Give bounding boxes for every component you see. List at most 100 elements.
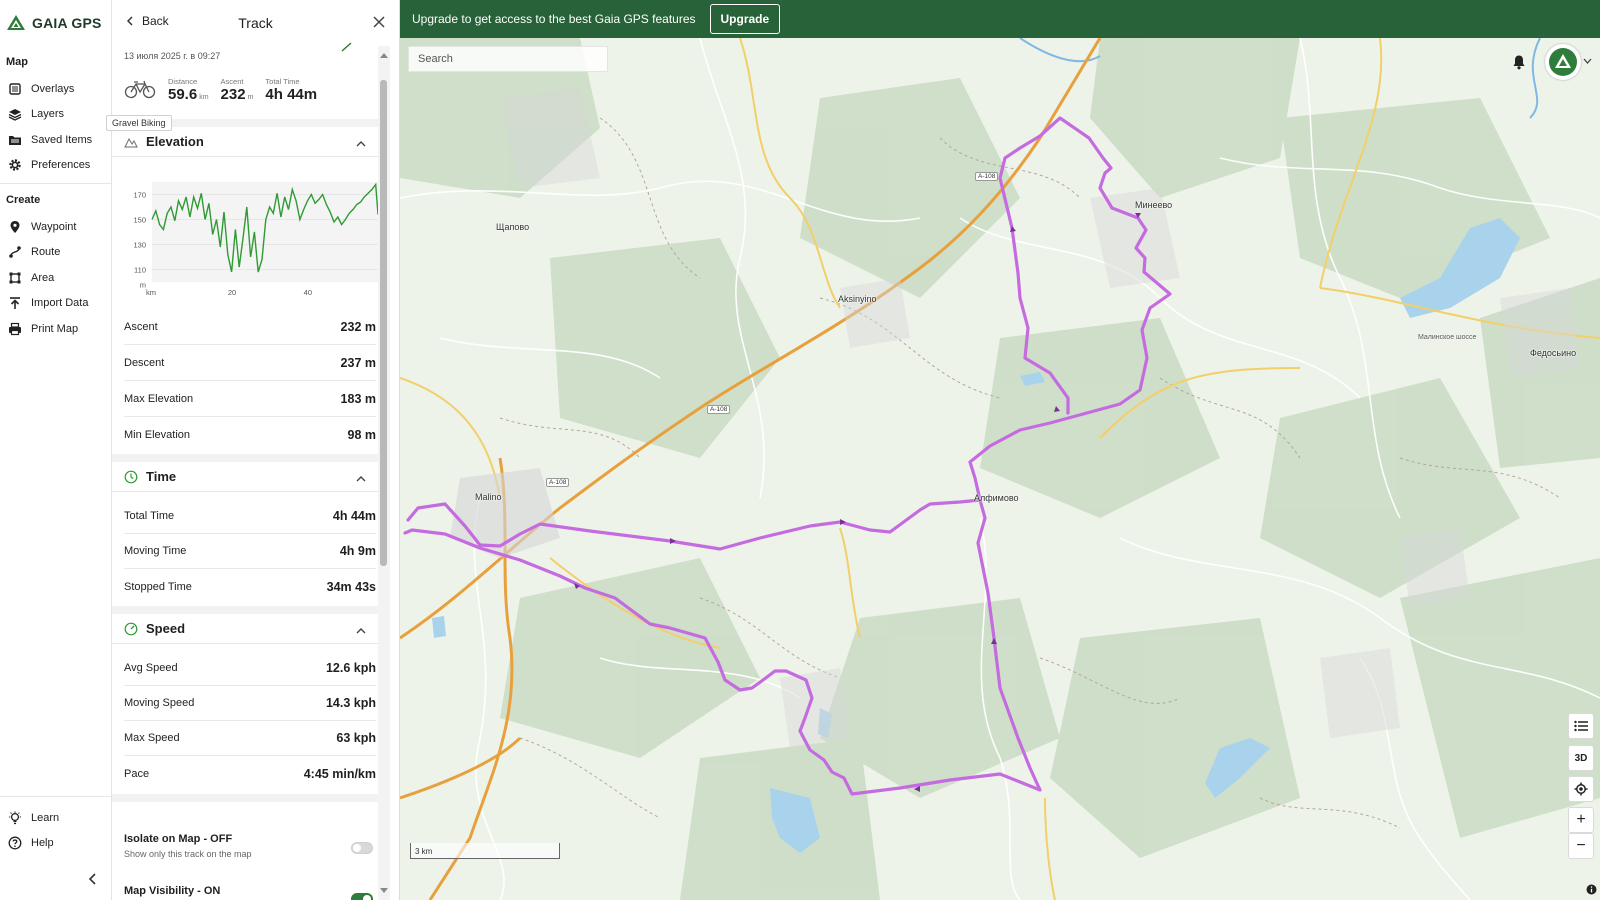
panel-scrollbar-thumb[interactable]	[380, 80, 387, 566]
summary-unit: m	[247, 94, 254, 101]
x-tick-label: 40	[304, 288, 312, 297]
nav-item-label: Import Data	[31, 297, 89, 310]
speed-section-header[interactable]: Speed	[112, 606, 382, 644]
y-axis-ticks: 170150130110m	[133, 191, 146, 290]
stat-row-moving-speed: Moving Speed 14.3 kph	[124, 685, 376, 721]
summary-value: 4h 44m	[265, 86, 318, 103]
printer-icon	[9, 322, 21, 335]
nav-section-create: Create	[6, 194, 41, 206]
stat-value: 183 m	[340, 391, 376, 406]
brand[interactable]: GAIA GPS	[0, 0, 111, 46]
stat-value: 4h 44m	[332, 508, 376, 523]
gear-icon	[9, 159, 21, 171]
road-shield: А-108	[707, 405, 731, 414]
nav-item-route[interactable]: Route	[0, 240, 111, 266]
stat-label: Max Elevation	[124, 392, 194, 405]
section-title: Time	[146, 469, 177, 484]
brand-name: GAIA GPS	[32, 15, 102, 31]
chevron-left-icon[interactable]	[86, 872, 100, 886]
stat-value: 34m 43s	[326, 580, 376, 594]
isolate-toggle[interactable]	[351, 842, 373, 854]
legend-button[interactable]	[1568, 713, 1594, 739]
list-icon	[1574, 720, 1588, 732]
info-icon[interactable]	[1586, 884, 1597, 895]
3d-toggle-button[interactable]: 3D	[1568, 745, 1594, 771]
track-panel: Back Track 13 июля 2025 г. в 09:27 Dista…	[112, 0, 400, 900]
stat-value: 232 m	[340, 319, 376, 334]
section-title: Speed	[146, 621, 186, 636]
river	[1529, 38, 1541, 119]
visibility-title: Map Visibility - ON	[124, 885, 221, 897]
banner-text: Upgrade to get access to the best Gaia G…	[412, 12, 696, 26]
crosshair-icon	[1574, 782, 1588, 796]
nav-item-print-map[interactable]: Print Map	[0, 316, 111, 342]
summary-label: Ascent	[220, 77, 244, 86]
panel-title: Track	[238, 15, 273, 31]
track-date: 13 июля 2025 г. в 09:27	[124, 51, 221, 61]
x-tick-label: 20	[228, 288, 236, 297]
map-tiles	[400, 38, 1600, 900]
upload-icon	[10, 297, 20, 310]
speedometer-icon	[124, 622, 138, 635]
zoom-in-button[interactable]: +	[1568, 807, 1594, 833]
map-search-input[interactable]: Search	[408, 46, 608, 72]
user-avatar[interactable]	[1545, 44, 1581, 80]
nav-item-learn[interactable]: Learn	[0, 805, 112, 831]
stat-row-total-time: Total Time 4h 44m	[124, 498, 376, 534]
chevron-down-icon[interactable]	[1583, 58, 1592, 65]
locate-button[interactable]	[1568, 776, 1594, 802]
stat-label: Ascent	[124, 320, 158, 333]
route-icon	[9, 246, 21, 259]
layers-icon	[8, 109, 22, 121]
scroll-up-icon[interactable]	[379, 51, 389, 59]
nav-item-saved-items[interactable]: Saved Items	[0, 127, 111, 153]
nav-item-label: Saved Items	[31, 133, 93, 146]
summary-label: Distance	[168, 77, 198, 86]
map-label-town: Щапово	[496, 222, 530, 232]
nav-item-preferences[interactable]: Preferences	[0, 153, 111, 179]
stat-label: Pace	[124, 768, 150, 780]
summary-unit: km	[199, 94, 209, 101]
nav-item-layers[interactable]: Layers	[0, 102, 111, 128]
map-label-town: Минеево	[1135, 200, 1173, 210]
stat-value: 12.6 kph	[325, 660, 376, 675]
pin-icon	[10, 220, 20, 233]
nav-item-overlays[interactable]: Overlays	[0, 76, 111, 102]
chevron-up-icon[interactable]	[356, 140, 366, 147]
stat-value: 237 m	[340, 355, 376, 370]
stat-value: 14.3 kph	[325, 695, 376, 710]
elevation-chart: 170150130110m km 20 40	[133, 182, 379, 297]
isolate-title: Isolate on Map - OFF	[124, 833, 233, 845]
edit-icon[interactable]	[340, 42, 354, 52]
y-tick-label: 150	[133, 216, 146, 225]
bell-icon[interactable]	[1511, 54, 1527, 70]
scroll-down-icon[interactable]	[379, 887, 389, 895]
nav-item-help[interactable]: Help	[0, 831, 112, 857]
stat-value: 63 kph	[336, 730, 376, 745]
lightbulb-icon	[9, 811, 21, 824]
stat-value: 98 m	[347, 428, 377, 442]
stat-row-max-speed: Max Speed 63 kph	[124, 720, 376, 756]
map-label-road: Малинское шоссе	[1418, 334, 1477, 341]
summary-ascent: Ascent 232 m	[221, 77, 254, 103]
visibility-toggle[interactable]	[351, 893, 373, 900]
chevron-up-icon[interactable]	[356, 627, 366, 634]
summary-value: 59.6	[168, 86, 198, 103]
close-icon[interactable]	[373, 16, 385, 28]
help-icon	[8, 836, 22, 850]
nav-bottom: Learn Help	[0, 796, 112, 856]
zoom-out-button[interactable]: −	[1568, 833, 1594, 859]
summary-distance: Distance 59.6 km	[168, 77, 209, 103]
stat-label: Stopped Time	[124, 581, 192, 593]
map-canvas[interactable]: Search Минеево Щапово Aksinyino Malino А…	[400, 38, 1600, 900]
nav-item-import-data[interactable]: Import Data	[0, 291, 111, 317]
time-section-header[interactable]: Time	[112, 454, 382, 492]
nav-item-waypoint[interactable]: Waypoint	[0, 214, 111, 240]
nav-item-label: Help	[31, 837, 54, 850]
isolate-subtitle: Show only this track on the map	[124, 849, 252, 859]
track-summary: Distance 59.6 km Ascent 232 m Total Time 4…	[124, 73, 317, 103]
nav-item-label: Waypoint	[31, 220, 77, 233]
chevron-up-icon[interactable]	[356, 475, 366, 482]
upgrade-button[interactable]: Upgrade	[709, 4, 781, 34]
nav-item-area[interactable]: Area	[0, 265, 111, 291]
